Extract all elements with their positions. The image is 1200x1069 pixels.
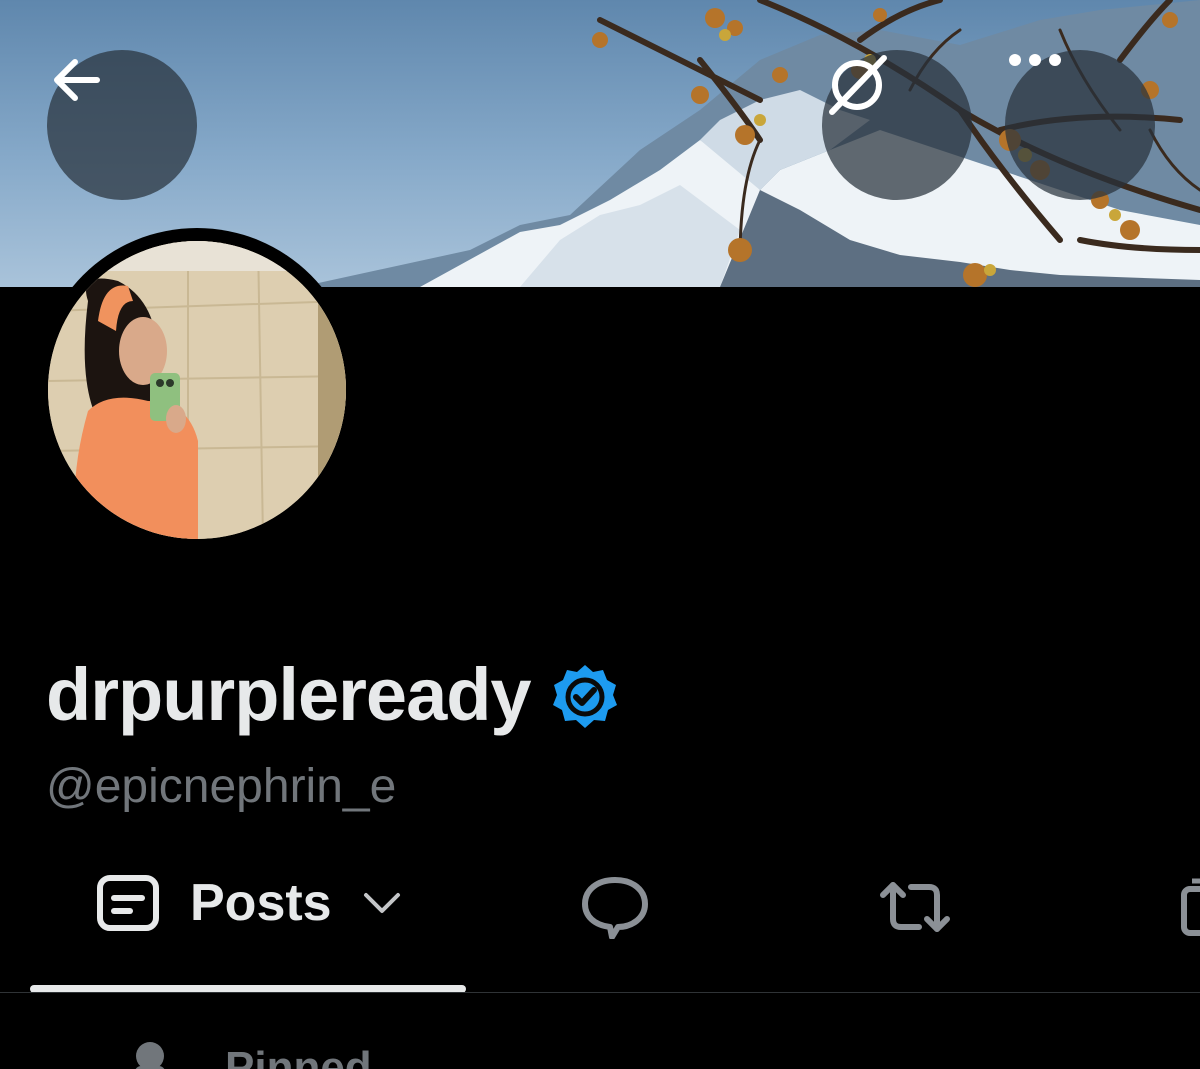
avatar[interactable] [48, 241, 346, 539]
tab-posts[interactable]: Posts [96, 873, 402, 933]
grok-icon [829, 55, 887, 115]
pinned-row: Pinned [125, 1038, 372, 1069]
more-horizontal-icon [1009, 54, 1061, 66]
chevron-down-icon[interactable] [362, 891, 402, 915]
avatar-photo [48, 241, 346, 539]
pinned-label: Pinned [225, 1043, 372, 1069]
more-button[interactable] [1005, 50, 1155, 200]
back-button[interactable] [47, 50, 197, 200]
grok-button[interactable] [822, 50, 972, 200]
display-name-row: drpurpleready [46, 650, 619, 740]
arrow-left-icon [54, 59, 100, 101]
profile-tabs: Posts [0, 855, 1200, 995]
media-icon[interactable] [1180, 875, 1200, 939]
tab-posts-label: Posts [190, 874, 332, 932]
pin-icon [135, 1042, 165, 1069]
profile-handle: @epicnephrin_e [46, 760, 397, 813]
verified-badge-icon[interactable] [551, 663, 619, 731]
display-name: drpurpleready [46, 653, 532, 736]
reply-icon[interactable] [580, 875, 650, 939]
tab-divider [0, 992, 1200, 993]
repost-icon[interactable] [875, 879, 955, 935]
posts-icon [97, 875, 159, 931]
